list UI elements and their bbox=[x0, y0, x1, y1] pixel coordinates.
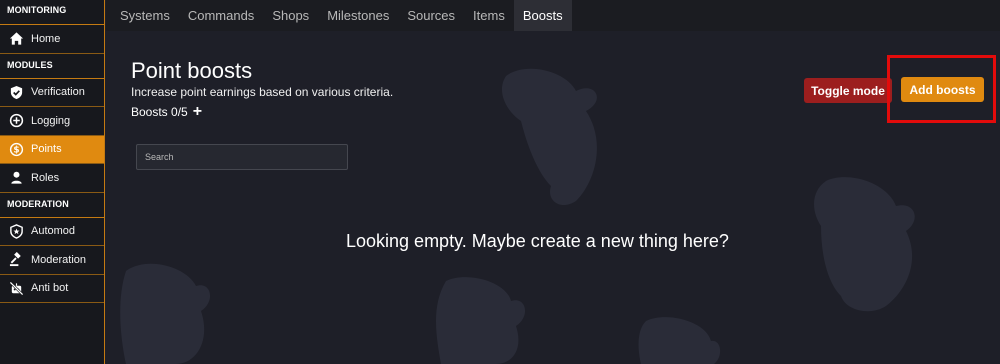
tab-shops[interactable]: Shops bbox=[263, 0, 318, 31]
section-header-moderation: MODERATION bbox=[0, 193, 104, 218]
module-tabs: Systems Commands Shops Milestones Source… bbox=[106, 0, 1000, 31]
svg-text:$: $ bbox=[13, 145, 19, 155]
robot-slash-icon bbox=[8, 280, 24, 296]
tab-commands[interactable]: Commands bbox=[179, 0, 263, 31]
sidebar-item-label: Points bbox=[31, 143, 62, 156]
page-title: Point boosts bbox=[131, 58, 253, 83]
section-header-modules: MODULES bbox=[0, 54, 104, 79]
sidebar-item-label: Anti bot bbox=[31, 282, 69, 295]
sidebar-item-label: Moderation bbox=[31, 253, 87, 266]
page-subtitle: Increase point earnings based on various… bbox=[131, 85, 394, 99]
search-input[interactable] bbox=[136, 144, 348, 170]
dollar-circle-icon: $ bbox=[8, 141, 24, 157]
plus-icon[interactable]: + bbox=[193, 104, 202, 120]
user-icon bbox=[8, 170, 24, 186]
section-header-monitoring: MONITORING bbox=[0, 0, 104, 25]
sidebar-item-home[interactable]: Home bbox=[0, 25, 104, 54]
boost-count-row: Boosts 0/5 + bbox=[131, 104, 202, 120]
sidebar-item-anti-bot[interactable]: Anti bot bbox=[0, 275, 104, 303]
tab-items[interactable]: Items bbox=[464, 0, 514, 31]
tab-systems[interactable]: Systems bbox=[111, 0, 179, 31]
tab-sources[interactable]: Sources bbox=[398, 0, 464, 31]
sidebar-item-automod[interactable]: Automod bbox=[0, 218, 104, 246]
sidebar-item-verification[interactable]: Verification bbox=[0, 79, 104, 107]
gavel-icon bbox=[8, 252, 24, 268]
tab-milestones[interactable]: Milestones bbox=[318, 0, 398, 31]
sidebar-item-logging[interactable]: Logging bbox=[0, 107, 104, 136]
toggle-mode-button[interactable]: Toggle mode bbox=[804, 78, 892, 103]
sidebar-item-label: Verification bbox=[31, 86, 85, 99]
sidebar-item-roles[interactable]: Roles bbox=[0, 164, 104, 193]
tab-boosts[interactable]: Boosts bbox=[513, 0, 572, 31]
sidebar-item-label: Logging bbox=[31, 114, 71, 127]
shield-star-icon bbox=[8, 223, 24, 239]
shield-check-icon bbox=[8, 84, 24, 100]
sidebar-item-label: Automod bbox=[31, 225, 76, 238]
main-content: Point boosts Increase point earnings bas… bbox=[106, 31, 1000, 364]
home-icon bbox=[8, 31, 24, 47]
sidebar-item-moderation[interactable]: Moderation bbox=[0, 246, 104, 275]
sidebar-item-label: Roles bbox=[31, 171, 60, 184]
plus-circle-icon bbox=[8, 113, 24, 129]
highlight-box bbox=[887, 55, 996, 123]
sidebar: MONITORING Home MODULES Verification Log… bbox=[0, 0, 105, 364]
sidebar-item-points[interactable]: $ Points bbox=[0, 135, 104, 164]
empty-state-message: Looking empty. Maybe create a new thing … bbox=[346, 231, 729, 251]
sidebar-item-label: Home bbox=[31, 32, 61, 45]
boost-count: Boosts 0/5 bbox=[131, 105, 188, 119]
